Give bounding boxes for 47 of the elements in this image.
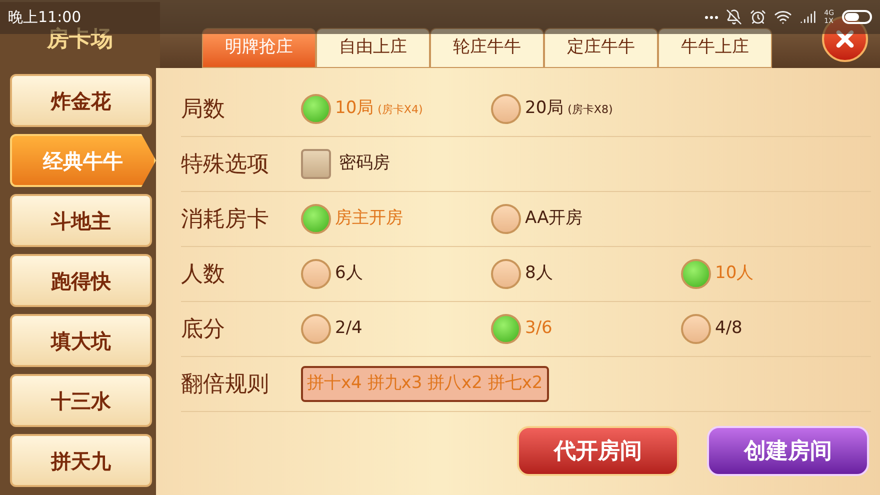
alarm-icon xyxy=(750,9,766,25)
setting-label: 底分 xyxy=(181,316,226,344)
option-label: 密码房 xyxy=(339,152,390,176)
option-label: 8人 xyxy=(525,262,553,286)
game-item[interactable]: 拼天九 xyxy=(10,434,152,487)
radio-selected[interactable] xyxy=(681,259,711,289)
setting-label: 人数 xyxy=(181,260,226,288)
radio-selected[interactable] xyxy=(301,94,331,124)
game-item[interactable]: 斗地主 xyxy=(10,194,152,247)
mode-tab[interactable]: 自由上庄 xyxy=(316,28,430,68)
mode-tab[interactable]: 轮庄牛牛 xyxy=(430,28,544,68)
option-label: 房主开房 xyxy=(335,207,403,230)
setting-label: 翻倍规则 xyxy=(181,370,270,398)
radio-selected[interactable] xyxy=(491,314,521,344)
wifi-icon xyxy=(774,8,792,26)
bell-off-icon xyxy=(726,9,742,25)
option-label: 4/8 xyxy=(715,317,742,340)
setting-label: 特殊选项 xyxy=(181,150,270,178)
option-label: 20局 (房卡X8) xyxy=(525,97,613,120)
option-label: 3/6 xyxy=(525,317,552,340)
radio[interactable] xyxy=(301,259,331,289)
option-label: 2/4 xyxy=(335,317,362,340)
clock-time: 晚上11:00 xyxy=(8,6,82,26)
radio[interactable] xyxy=(491,204,521,234)
signal-icon xyxy=(800,9,816,25)
rule-field: 拼十x4 拼九x3 拼八x2 拼七x2 xyxy=(301,366,549,402)
option-label: AA开房 xyxy=(525,207,583,230)
game-item[interactable]: 十三水 xyxy=(10,374,152,427)
radio-selected[interactable] xyxy=(301,204,331,234)
close-button[interactable] xyxy=(822,16,868,62)
setting-label: 消耗房卡 xyxy=(181,206,270,234)
radio[interactable] xyxy=(491,94,521,124)
radio[interactable] xyxy=(301,314,331,344)
game-item[interactable]: 填大坑 xyxy=(10,314,152,367)
setting-label: 局数 xyxy=(181,96,226,124)
option-label: 10人 xyxy=(715,262,754,286)
mode-tab[interactable]: 定庄牛牛 xyxy=(544,28,658,68)
option-label: 10局 (房卡X4) xyxy=(335,97,423,120)
game-item[interactable]: 炸金花 xyxy=(10,74,152,127)
room-button[interactable]: 创建房间 xyxy=(707,426,869,476)
mode-tab[interactable]: 牛牛上庄 xyxy=(658,28,772,68)
checkbox[interactable] xyxy=(301,149,331,179)
room-button[interactable]: 代开房间 xyxy=(517,426,679,476)
radio[interactable] xyxy=(681,314,711,344)
radio[interactable] xyxy=(491,259,521,289)
option-label: 6人 xyxy=(335,262,363,286)
game-item[interactable]: 跑得快 xyxy=(10,254,152,307)
